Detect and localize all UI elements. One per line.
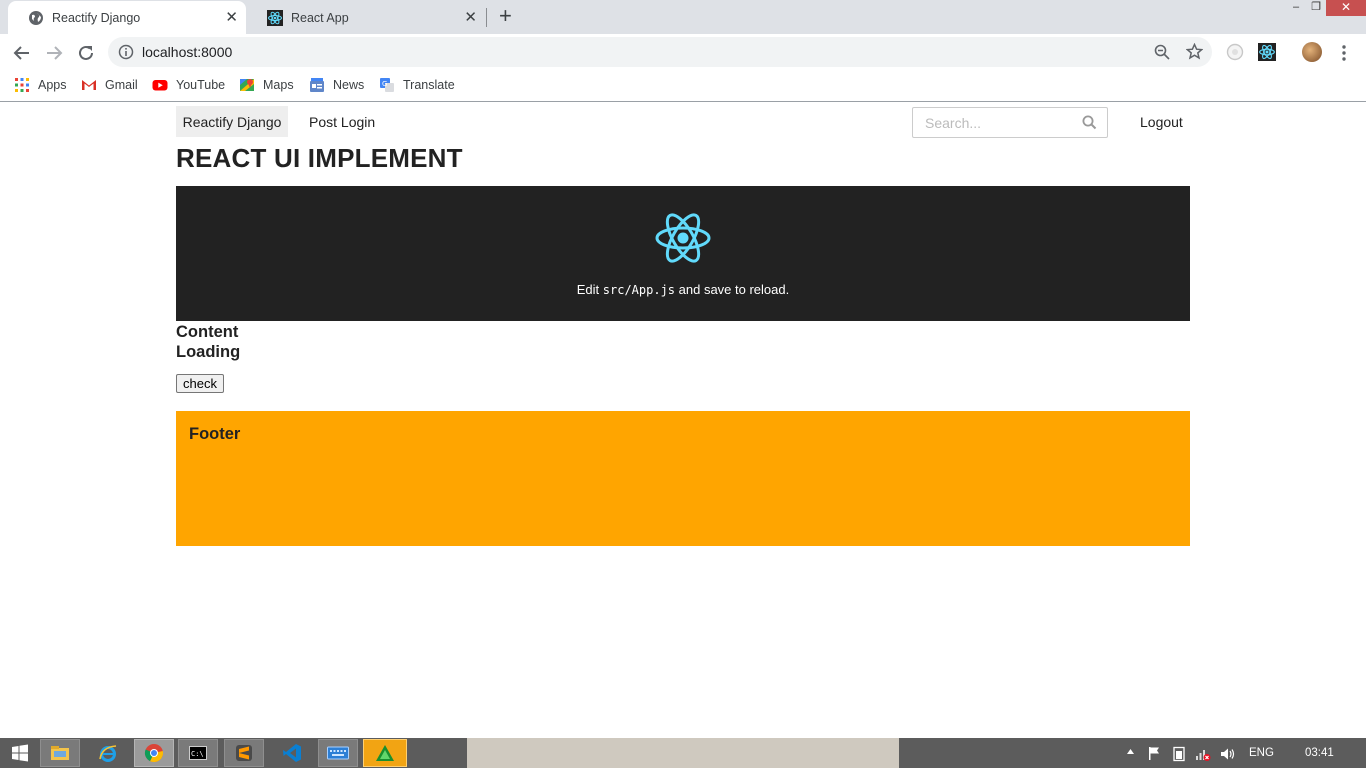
start-icon <box>12 744 28 762</box>
youtube-icon <box>152 77 168 93</box>
taskbar-internet-explorer[interactable] <box>88 739 128 767</box>
close-tab-icon[interactable]: ✕ <box>464 10 477 25</box>
clock[interactable]: 03:41 <box>1305 747 1334 759</box>
edit-code: src/App.js <box>602 283 676 297</box>
page-title: REACT UI IMPLEMENT <box>176 143 463 173</box>
restore-button[interactable]: ❐ <box>1306 0 1326 16</box>
taskbar-keyboard[interactable] <box>318 739 358 767</box>
new-tab-button[interactable]: + <box>499 4 512 28</box>
extension-icon[interactable] <box>1226 43 1244 66</box>
sublime-icon <box>236 745 252 761</box>
tab-title: React App <box>291 10 349 25</box>
minimize-button[interactable]: – <box>1286 0 1306 16</box>
bookmark-label: Translate <box>403 78 455 92</box>
reload-icon <box>79 45 93 60</box>
apps-grid-icon <box>14 77 30 93</box>
app-green-icon <box>376 745 394 761</box>
start-button[interactable] <box>0 739 40 767</box>
close-window-button[interactable]: ✕ <box>1326 0 1366 16</box>
bookmark-label: Gmail <box>105 78 138 92</box>
globe-icon <box>28 10 44 26</box>
bookmark-apps[interactable]: Apps <box>14 76 67 94</box>
profile-avatar[interactable] <box>1302 42 1322 62</box>
browser-toolbar: localhost:8000 <box>0 34 1366 71</box>
react-devtools-icon[interactable] <box>1258 43 1276 66</box>
vscode-icon <box>283 744 301 762</box>
nav-post-login-link[interactable]: Post Login <box>309 106 375 137</box>
bookmark-label: News <box>333 78 365 92</box>
keyboard-icon <box>327 746 349 760</box>
search-input[interactable] <box>913 108 1073 137</box>
logout-link[interactable]: Logout <box>1140 106 1183 137</box>
taskbar-empty-area <box>467 738 899 768</box>
footer: Footer <box>176 411 1190 546</box>
content-heading: Content <box>176 323 239 341</box>
battery-icon[interactable] <box>1172 746 1186 765</box>
edit-instructions: Edit src/App.js and save to reload. <box>176 282 1190 297</box>
chrome-icon <box>144 744 164 763</box>
info-icon[interactable] <box>118 44 134 65</box>
navbar-brand-link[interactable]: Reactify Django <box>176 106 288 137</box>
volume-icon[interactable] <box>1220 746 1236 765</box>
menu-kebab-icon[interactable] <box>1338 44 1350 67</box>
taskbar-cmd[interactable]: C:\ <box>178 739 218 767</box>
bookmark-maps[interactable]: Maps <box>239 76 294 94</box>
show-hidden-icons-icon[interactable] <box>1126 747 1135 759</box>
bookmark-label: Apps <box>38 78 67 92</box>
taskbar-file-explorer[interactable] <box>40 739 80 767</box>
back-arrow-icon <box>13 46 29 60</box>
footer-title: Footer <box>189 425 241 443</box>
edit-prefix: Edit <box>576 282 603 297</box>
react-icon <box>267 9 283 26</box>
bookmark-youtube[interactable]: YouTube <box>152 76 225 94</box>
tab-separator <box>486 8 487 27</box>
maps-icon <box>239 77 255 93</box>
cmd-icon: C:\ <box>189 746 207 760</box>
address-bar[interactable]: localhost:8000 <box>108 37 1212 67</box>
tab-react-app[interactable]: React App ✕ <box>247 1 485 34</box>
react-logo-icon <box>653 208 713 273</box>
tab-reactify-django[interactable]: Reactify Django ✕ <box>8 1 246 34</box>
bookmark-star-icon[interactable] <box>1185 42 1204 65</box>
page-viewport: Reactify Django Post Login Logout REACT … <box>0 103 1366 738</box>
bookmark-translate[interactable]: G Translate <box>379 76 455 94</box>
taskbar-vscode[interactable] <box>272 739 312 767</box>
file-explorer-icon <box>51 746 69 760</box>
app-header: Edit src/App.js and save to reload. <box>176 186 1190 321</box>
check-button[interactable]: check <box>176 374 224 393</box>
internet-explorer-icon <box>99 745 117 762</box>
back-button[interactable] <box>11 42 33 64</box>
network-disconnected-icon[interactable] <box>1194 746 1212 765</box>
reload-button[interactable] <box>75 42 97 64</box>
edit-suffix: and save to reload. <box>675 282 790 297</box>
forward-button[interactable] <box>43 42 65 64</box>
bookmark-label: Maps <box>263 78 294 92</box>
bookmark-gmail[interactable]: Gmail <box>81 76 138 94</box>
svg-text:G: G <box>382 80 387 88</box>
close-tab-icon[interactable]: ✕ <box>225 10 238 25</box>
action-center-flag-icon[interactable] <box>1147 746 1161 763</box>
tab-strip: Reactify Django ✕ React App ✕ + – ❐ ✕ <box>0 0 1366 34</box>
bookmarks-bar: Apps Gmail YouTube Maps News G Translate <box>0 71 1366 102</box>
tab-title: Reactify Django <box>52 10 141 25</box>
taskbar: C:\ ENG 03:41 <box>0 738 1366 768</box>
translate-icon: G <box>379 77 395 93</box>
taskbar-sublime[interactable] <box>224 739 264 767</box>
svg-text:C:\: C:\ <box>191 750 204 758</box>
bookmark-news[interactable]: News <box>309 76 364 94</box>
taskbar-chrome[interactable] <box>134 739 174 767</box>
forward-arrow-icon <box>47 46 63 60</box>
taskbar-app-green[interactable] <box>363 739 407 767</box>
news-icon <box>309 77 325 93</box>
gmail-icon <box>81 77 97 93</box>
loading-text: Loading <box>176 343 241 361</box>
url-text: localhost:8000 <box>142 44 233 60</box>
search-icon[interactable] <box>1082 115 1097 135</box>
language-indicator[interactable]: ENG <box>1249 747 1274 759</box>
zoom-icon[interactable] <box>1154 44 1170 65</box>
search-box <box>912 107 1108 138</box>
bookmark-label: YouTube <box>176 78 226 92</box>
